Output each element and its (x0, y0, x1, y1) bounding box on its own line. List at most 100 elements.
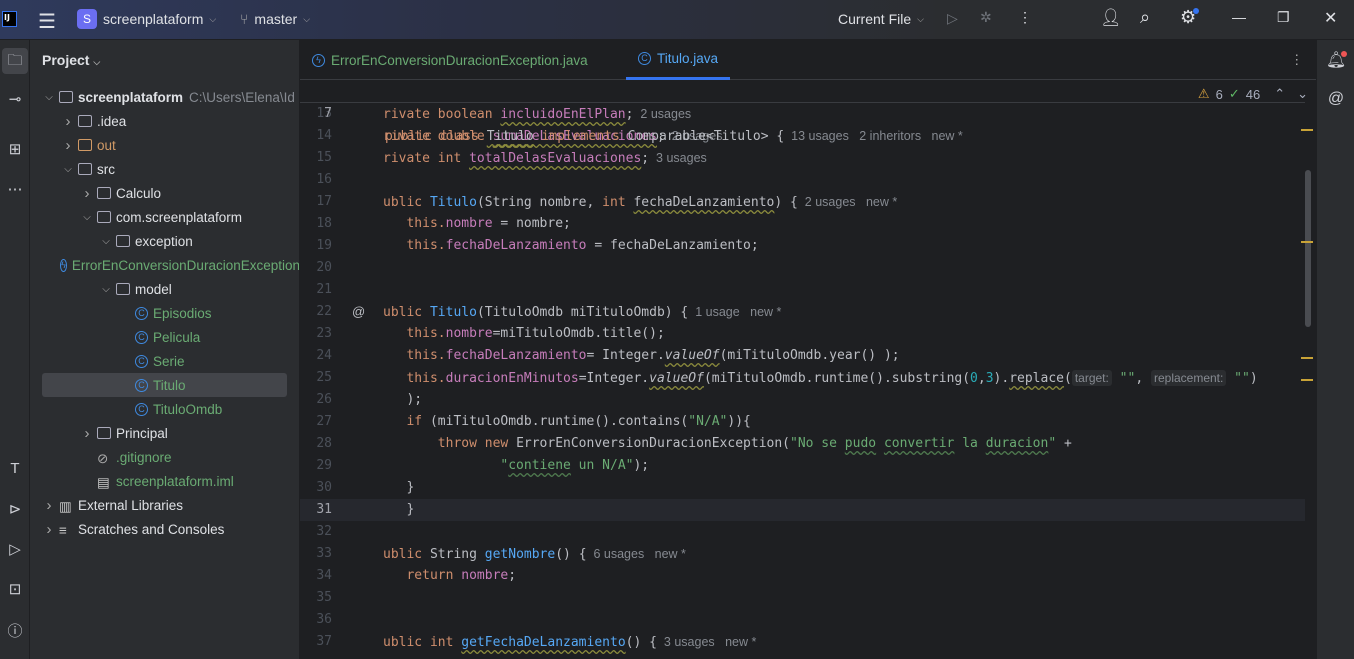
code-line[interactable]: 17 ublic Titulo(String nombre, int fechaD… (300, 191, 1305, 213)
line-number[interactable]: 36 (300, 609, 332, 631)
code-line[interactable]: 27 if (miTituloOmdb.runtime().contains("… (300, 411, 1305, 433)
line-number[interactable]: 29 (300, 455, 332, 477)
minimize-icon[interactable]: — (1232, 9, 1246, 25)
code-line[interactable]: 31 } (300, 499, 1305, 521)
tree-item[interactable]: ⌵ screenplataform C:\Users\Elena\Id (30, 85, 299, 109)
chevron-down-icon[interactable]: ⌵ (80, 212, 94, 223)
tab-options-icon[interactable]: ⋮ (1290, 40, 1304, 80)
line-number[interactable]: 31 (300, 499, 332, 521)
tree-item[interactable]: › Calculo (30, 181, 299, 205)
run-icon[interactable]: ▷ (0, 540, 30, 558)
more-tools-icon[interactable]: ⋯ (0, 180, 30, 198)
ai-assistant-spiral-icon[interactable]: @ (1321, 90, 1351, 108)
line-number[interactable]: 20 (300, 257, 332, 279)
line-number[interactable]: 16 (300, 169, 332, 191)
code-line[interactable]: 21 (300, 279, 1305, 301)
line-number[interactable]: 21 (300, 279, 332, 301)
code-line[interactable]: 33 ublic String getNombre() { 6 usages ne… (300, 543, 1305, 565)
line-number[interactable]: 27 (300, 411, 332, 433)
chevron-right-icon[interactable]: › (80, 185, 94, 202)
chevron-down-icon[interactable]: ⌵ (61, 164, 75, 175)
line-number[interactable]: 28 (300, 433, 332, 455)
tree-item[interactable]: C Serie (30, 349, 299, 373)
chevron-right-icon[interactable]: › (42, 521, 56, 538)
code-line[interactable]: 29 "contiene un N/A"); (300, 455, 1305, 477)
tree-item[interactable]: ⌵ com.screenplataform (30, 205, 299, 229)
tree-item[interactable]: › Principal (30, 421, 299, 445)
tree-item[interactable]: ϟ ErrorEnConversionDuracionException (30, 253, 299, 277)
code-line[interactable]: 35 (300, 587, 1305, 609)
warning-marker[interactable] (1301, 379, 1313, 381)
code-line[interactable]: 23 this.nombre=miTituloOmdb.title(); (300, 323, 1305, 345)
code-line[interactable]: 26 ); (300, 389, 1305, 411)
line-number[interactable]: 35 (300, 587, 332, 609)
line-number[interactable]: 25 (300, 367, 332, 389)
line-number[interactable]: 23 (300, 323, 332, 345)
tree-item[interactable]: C Episodios (30, 301, 299, 325)
line-number[interactable]: 26 (300, 389, 332, 411)
vertical-scrollbar[interactable] (1305, 170, 1311, 327)
main-menu-icon[interactable]: ☰ (38, 9, 56, 34)
inspection-widget[interactable]: ⚠ 6 ✓ 46 ⌃ ⌄ (1198, 86, 1308, 102)
tree-item[interactable]: ⌵ exception (30, 229, 299, 253)
line-number[interactable]: 24 (300, 345, 332, 367)
branch-selector[interactable]: ⑂ master ⌵ (240, 11, 310, 27)
code-line[interactable]: 32 (300, 521, 1305, 543)
tree-item[interactable]: › ▥ External Libraries (30, 493, 299, 517)
add-user-icon[interactable]: 👤︎ (1100, 8, 1122, 28)
project-folder-icon[interactable]: 🗀︎ (2, 48, 28, 74)
code-line[interactable]: 20 (300, 257, 1305, 279)
chevron-down-icon[interactable]: ⌵ (42, 92, 56, 103)
problems-icon[interactable]: ⓘ (0, 620, 30, 641)
code-line[interactable]: 16 (300, 169, 1305, 191)
tree-item[interactable]: › out (30, 133, 299, 157)
maximize-icon[interactable]: ❐ (1277, 9, 1290, 26)
chevron-right-icon[interactable]: › (80, 425, 94, 442)
code-line[interactable]: 28 throw new ErrorEnConversionDuracionEx… (300, 433, 1305, 455)
line-number[interactable]: 18 (300, 213, 332, 235)
tab-error-exception[interactable]: ϟ ErrorEnConversionDuracionException.jav… (312, 40, 588, 80)
tree-item[interactable]: › ≡ Scratches and Consoles (30, 517, 299, 541)
code-line[interactable]: 22 @ ublic Titulo(TituloOmdb miTituloOmdb)… (300, 301, 1305, 323)
code-line[interactable]: 25 this.duracionEnMinutos=Integer.valueO… (300, 367, 1305, 389)
tree-item[interactable]: ⌵ model (30, 277, 299, 301)
implementation-gutter-icon[interactable]: @ (352, 301, 365, 323)
search-icon[interactable]: ⌕ (1140, 7, 1150, 28)
code-line[interactable]: 30 } (300, 477, 1305, 499)
warning-marker[interactable] (1301, 129, 1313, 131)
tree-item[interactable]: C TituloOmdb (30, 397, 299, 421)
line-number[interactable]: 17 (300, 191, 332, 213)
previous-highlight-icon[interactable]: ⌃ (1274, 86, 1285, 102)
project-selector[interactable]: S screenplataform ⌵ (77, 9, 216, 29)
line-number[interactable]: 37 (300, 631, 332, 653)
structure-icon[interactable]: ⊞ (0, 140, 30, 158)
line-number[interactable]: 33 (300, 543, 332, 565)
close-icon[interactable]: ✕ (1324, 8, 1337, 28)
panel-title[interactable]: Project ⌵ (42, 52, 100, 68)
debug-icon[interactable]: ✲ (980, 9, 992, 26)
line-number[interactable]: 19 (300, 235, 332, 257)
run-config-selector[interactable]: Current File ⌵ (838, 11, 924, 27)
build-hammer-icon[interactable]: T (0, 460, 30, 477)
tree-item[interactable]: C Pelicula (30, 325, 299, 349)
more-icon[interactable]: ⋮ (1018, 9, 1032, 26)
line-number[interactable]: 32 (300, 521, 332, 543)
code-line[interactable]: 36 (300, 609, 1305, 631)
line-number[interactable]: 22 (300, 301, 332, 323)
chevron-right-icon[interactable]: › (61, 113, 75, 130)
warning-marker[interactable] (1301, 357, 1313, 359)
code-area[interactable]: 13rivate boolean incluidoEnElPlan; 2 usa… (300, 81, 1305, 659)
tree-item[interactable]: ⌵ src (30, 157, 299, 181)
tree-item[interactable]: C Titulo (42, 373, 287, 397)
code-line[interactable]: 37 ublic int getFechaDeLanzamiento() { 3 … (300, 631, 1305, 653)
code-line[interactable]: 34 return nombre; (300, 565, 1305, 587)
notifications-bell-icon[interactable]: 🔔︎ (1321, 50, 1351, 70)
code-line[interactable]: 24 this.fechaDeLanzamiento= Integer.valu… (300, 345, 1305, 367)
warning-marker[interactable] (1301, 241, 1313, 243)
line-number[interactable]: 30 (300, 477, 332, 499)
terminal-icon[interactable]: ⊡ (0, 580, 30, 598)
chevron-down-icon[interactable]: ⌵ (99, 284, 113, 295)
line-number[interactable]: 34 (300, 565, 332, 587)
next-highlight-icon[interactable]: ⌄ (1297, 86, 1308, 102)
code-line[interactable]: 18 this.nombre = nombre; (300, 213, 1305, 235)
